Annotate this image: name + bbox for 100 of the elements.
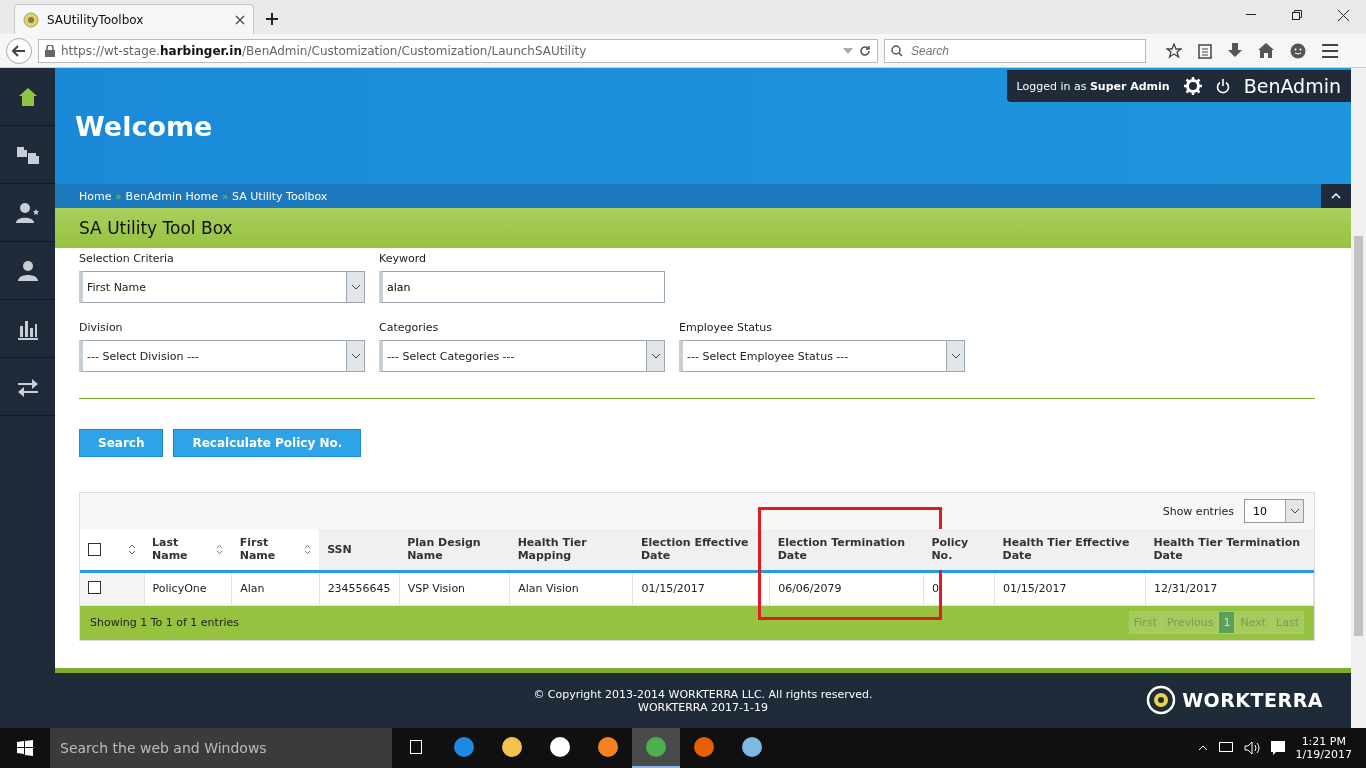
breadcrumb-separator-icon: » — [221, 190, 229, 202]
sort-icon[interactable] — [128, 543, 136, 555]
column-header: Plan Design Name — [407, 536, 482, 563]
network-icon[interactable] — [1217, 741, 1234, 755]
person-star-icon[interactable] — [14, 200, 41, 225]
app-icon — [549, 736, 571, 758]
version-text: WORKTERRA 2017-1-19 — [638, 700, 768, 714]
column-header: Health Tier Mapping — [517, 536, 588, 563]
dropdown-select[interactable]: --- Select Division --- — [79, 340, 365, 372]
column-header: First Name — [239, 536, 277, 563]
person-icon[interactable] — [15, 258, 40, 283]
sort-icon[interactable] — [216, 543, 224, 555]
field-label: Categories — [379, 321, 440, 334]
app-name: BenAdmin — [1243, 75, 1341, 97]
search-icon — [891, 44, 903, 57]
star-icon[interactable] — [1166, 42, 1182, 59]
app-icon — [453, 736, 475, 758]
reload-icon[interactable] — [859, 44, 871, 57]
power-icon[interactable] — [1215, 78, 1230, 94]
restore-icon[interactable] — [1292, 10, 1302, 20]
chevron-down-icon — [650, 353, 661, 359]
app-icon — [597, 736, 619, 758]
smiley-icon[interactable] — [1290, 42, 1306, 59]
download-icon[interactable] — [1228, 42, 1242, 59]
breadcrumb-separator-icon: » — [115, 190, 122, 202]
close-icon[interactable] — [235, 14, 245, 25]
table-cell: 234556645 — [319, 571, 400, 605]
app-icon — [741, 736, 763, 758]
app-icon — [693, 736, 715, 758]
column-header: Health Tier Effective Date — [1002, 536, 1131, 563]
keyword-input[interactable]: alan — [379, 271, 665, 303]
sort-icon[interactable] — [304, 543, 312, 555]
field-label: Division — [79, 321, 124, 334]
taskbar-search-field[interactable]: Search the web and Windows — [50, 728, 392, 768]
scrollbar[interactable] — [1351, 68, 1366, 728]
chevron-down-icon — [1289, 508, 1300, 514]
breadcrumb-link[interactable]: Home — [79, 189, 112, 203]
selection-criteria-select[interactable]: First Name — [79, 271, 365, 303]
login-status: Logged in as Super Admin — [1016, 79, 1170, 93]
close-icon[interactable] — [1337, 9, 1349, 21]
welcome-title: Welcome — [75, 110, 213, 142]
table-cell: 01/15/2017 — [994, 571, 1146, 605]
column-header: Election Effective Date — [640, 536, 750, 563]
breadcrumb-link[interactable]: SA Utility Toolbox — [232, 189, 328, 203]
search-button[interactable]: Search — [79, 429, 164, 457]
arrow-left-icon — [12, 44, 26, 57]
settings-icon[interactable] — [1183, 77, 1202, 95]
menu-icon[interactable] — [1322, 43, 1338, 58]
table-cell: PolicyOne — [144, 571, 232, 605]
column-header: Last Name — [152, 536, 189, 563]
table-cell: 0 — [923, 571, 995, 605]
browser-tab[interactable]: SAUtilityToolbox — [14, 4, 254, 34]
logo-text: WORKTERRA — [1182, 689, 1323, 711]
message-icon[interactable] — [1269, 740, 1286, 756]
dropdown-select[interactable]: --- Select Employee Status --- — [679, 340, 965, 372]
table-cell: Alan — [231, 571, 320, 605]
search-field[interactable]: Search — [884, 38, 1146, 63]
site-logo-icon — [23, 11, 39, 28]
select-all-checkbox[interactable] — [88, 542, 101, 556]
show-entries-label: Show entries — [1162, 504, 1234, 518]
table-cell: 01/15/2017 — [632, 571, 770, 605]
new-tab-icon[interactable] — [266, 13, 278, 25]
copyright-text: © Copyright 2013-2014 WORKTERRA LLC. All rights reserved. — [533, 687, 873, 701]
table-cell: VSP Vision — [399, 571, 510, 605]
column-header: Policy No. — [931, 536, 970, 563]
clock[interactable]: 1:21 PM 1/19/2017 — [1295, 735, 1352, 761]
column-header: Health Tier Termination Date — [1153, 536, 1302, 563]
app-icon — [501, 736, 523, 758]
app-icon — [645, 736, 667, 758]
collapse-button[interactable] — [1321, 184, 1351, 208]
table-cell: 12/31/2017 — [1145, 571, 1314, 605]
address-bar[interactable]: https://wt-stage.harbinger.in/BenAdmin/Customization/Customization/LaunchSAUtility — [38, 38, 878, 63]
back-button[interactable] — [6, 37, 32, 64]
page-size-select[interactable]: 10 — [1244, 499, 1304, 523]
clipboard-icon[interactable] — [1198, 42, 1212, 59]
task-view-icon — [407, 740, 425, 754]
chevron-down-icon — [350, 284, 361, 290]
breadcrumb-link[interactable]: BenAdmin Home — [125, 189, 218, 203]
field-label: Keyword — [379, 252, 427, 265]
entries-info: Showing 1 To 1 of 1 entries — [90, 616, 239, 629]
home-icon[interactable] — [1258, 43, 1274, 58]
row-checkbox[interactable] — [88, 580, 101, 594]
minimize-icon[interactable] — [1246, 14, 1256, 16]
volume-icon[interactable] — [1243, 741, 1260, 755]
table-cell: Alan Vision — [509, 571, 633, 605]
field-label: Selection Criteria — [79, 252, 175, 265]
table-cell: 06/06/2079 — [769, 571, 924, 605]
column-header: SSN — [327, 542, 352, 556]
lock-icon — [45, 44, 55, 57]
pagination-link[interactable]: 1 — [1218, 611, 1236, 634]
column-header: Election Termination Date — [777, 536, 906, 563]
search-input[interactable]: Search — [909, 42, 1139, 59]
logo-icon — [1146, 685, 1177, 715]
windows-logo-icon — [17, 740, 33, 756]
chevron-down-icon — [350, 353, 361, 359]
chevron-up-icon — [1331, 193, 1341, 199]
dropdown-select[interactable]: --- Select Categories --- — [379, 340, 665, 372]
chevron-down-icon — [950, 353, 961, 359]
chevron-up-icon[interactable] — [1197, 745, 1208, 751]
recalculate-button[interactable]: Recalculate Policy No. — [173, 429, 362, 457]
